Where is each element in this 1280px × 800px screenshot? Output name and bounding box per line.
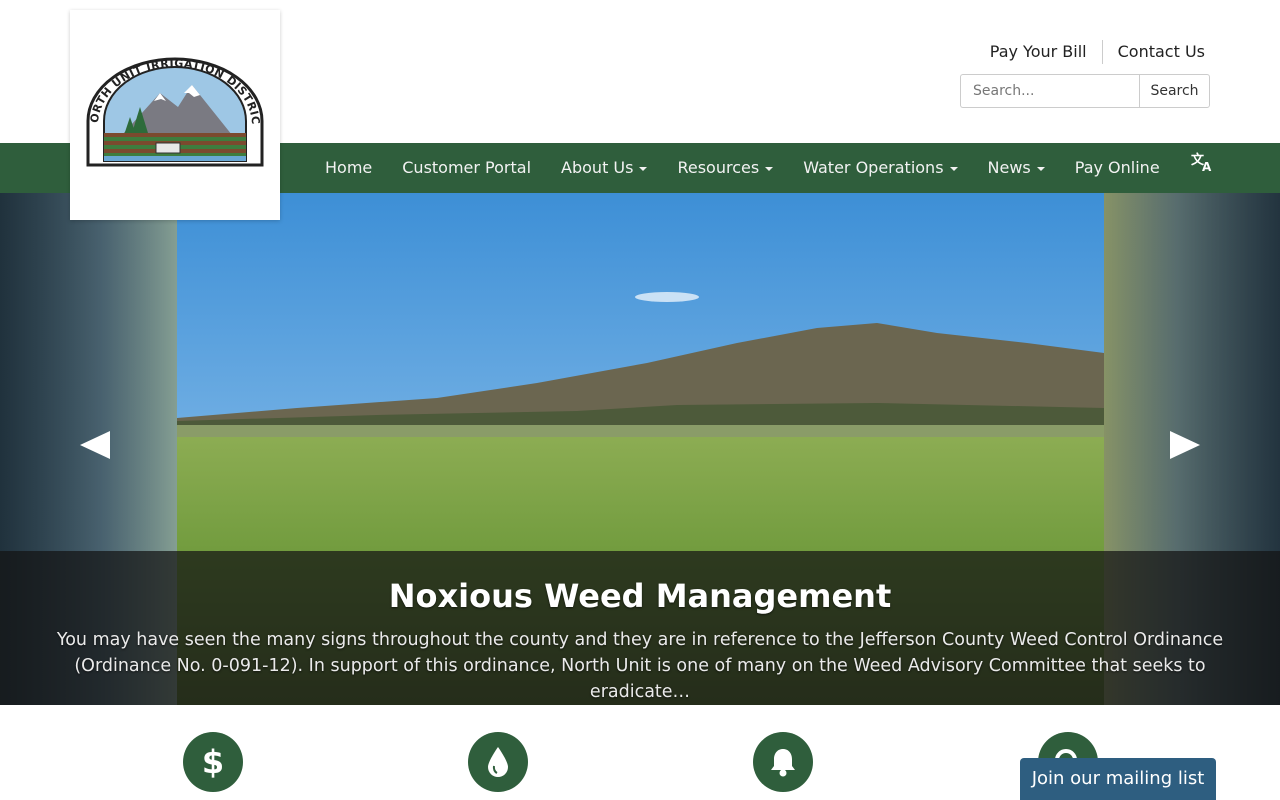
water-drop-icon[interactable] [468,732,528,792]
nav-news[interactable]: News [973,143,1060,193]
slide-text: You may have seen the many signs through… [56,630,1224,702]
carousel-next-arrow-icon[interactable] [1164,425,1204,465]
slide-caption: Noxious Weed Management You may have see… [0,551,1280,705]
caret-down-icon [1036,167,1045,171]
carousel-prev-arrow-icon[interactable] [76,425,116,465]
logo[interactable]: NORTH UNIT IRRIGATION DISTRICT [70,10,280,220]
translate-icon[interactable]: 文 A [1175,143,1229,193]
caret-down-icon [639,167,648,171]
caret-down-icon [949,167,958,171]
irrigation-district-seal-icon: NORTH UNIT IRRIGATION DISTRICT [82,55,264,167]
nav-about-us[interactable]: About Us [546,143,662,193]
nav-resources[interactable]: Resources [662,143,788,193]
search-button[interactable]: Search [1139,74,1210,108]
utility-links: Pay Your Bill Contact Us [975,40,1205,64]
search-input[interactable] [960,74,1139,108]
caret-down-icon [765,167,774,171]
slide-title[interactable]: Noxious Weed Management [0,577,1280,615]
bell-icon[interactable] [753,732,813,792]
nav-customer-portal[interactable]: Customer Portal [387,143,546,193]
pay-your-bill-link[interactable]: Pay Your Bill [975,40,1102,64]
nav-water-operations[interactable]: Water Operations [788,143,972,193]
svg-text:$: $ [202,744,224,780]
svg-text:A: A [1202,160,1212,173]
join-mailing-list-button[interactable]: Join our mailing list [1020,758,1216,800]
search-form: Search [960,74,1210,108]
nav-home[interactable]: Home [310,143,387,193]
contact-us-link[interactable]: Contact Us [1103,40,1205,64]
dollar-icon[interactable]: $ [183,732,243,792]
hero-carousel: Noxious Weed Management You may have see… [0,193,1280,705]
nav-pay-online[interactable]: Pay Online [1060,143,1175,193]
